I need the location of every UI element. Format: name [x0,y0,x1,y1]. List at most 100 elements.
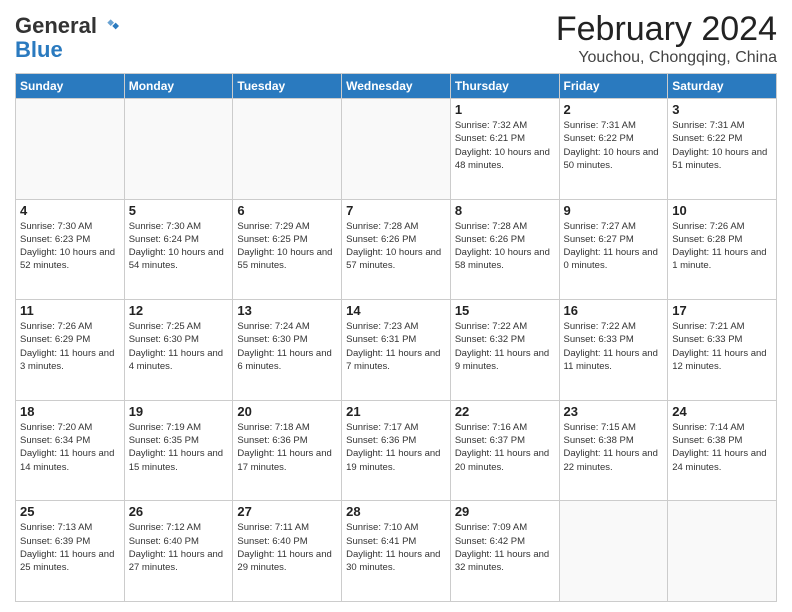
logo-icon [99,16,119,36]
day-number: 22 [455,404,555,419]
day-cell-26: 26 Sunrise: 7:12 AM Sunset: 6:40 PM Dayli… [124,501,233,602]
day-info: Sunrise: 7:27 AM Sunset: 6:27 PM Dayligh… [564,220,664,273]
day-number: 19 [129,404,229,419]
day-cell-12: 12 Sunrise: 7:25 AM Sunset: 6:30 PM Dayli… [124,300,233,401]
day-cell-17: 17 Sunrise: 7:21 AM Sunset: 6:33 PM Dayli… [668,300,777,401]
day-number: 6 [237,203,337,218]
day-number: 11 [20,303,120,318]
day-number: 12 [129,303,229,318]
day-cell-4: 4 Sunrise: 7:30 AM Sunset: 6:23 PM Daylig… [16,199,125,300]
day-number: 17 [672,303,772,318]
day-info: Sunrise: 7:12 AM Sunset: 6:40 PM Dayligh… [129,521,229,574]
day-cell-6: 6 Sunrise: 7:29 AM Sunset: 6:25 PM Daylig… [233,199,342,300]
day-number: 16 [564,303,664,318]
day-number: 25 [20,504,120,519]
day-number: 5 [129,203,229,218]
weekday-header-thursday: Thursday [450,74,559,99]
day-cell-24: 24Sunrise: 7:14 AM Sunset: 6:38 PM Dayli… [668,400,777,501]
day-cell-empty [124,99,233,200]
weekday-header-sunday: Sunday [16,74,125,99]
day-cell-20: 20Sunrise: 7:18 AM Sunset: 6:36 PM Dayli… [233,400,342,501]
day-number: 10 [672,203,772,218]
page: General Blue February 2024 Youchou, Chon… [0,0,792,612]
weekday-header-tuesday: Tuesday [233,74,342,99]
day-number: 27 [237,504,337,519]
day-cell-1: 1Sunrise: 7:32 AM Sunset: 6:21 PM Daylig… [450,99,559,200]
day-info: Sunrise: 7:28 AM Sunset: 6:26 PM Dayligh… [346,220,446,273]
day-cell-empty [668,501,777,602]
calendar-title: February 2024 [556,10,777,49]
day-cell-15: 15 Sunrise: 7:22 AM Sunset: 6:32 PM Dayli… [450,300,559,401]
day-number: 26 [129,504,229,519]
day-number: 8 [455,203,555,218]
day-cell-empty [16,99,125,200]
day-info: Sunrise: 7:10 AM Sunset: 6:41 PM Dayligh… [346,521,446,574]
day-info: Sunrise: 7:30 AM Sunset: 6:24 PM Dayligh… [129,220,229,273]
day-info: Sunrise: 7:28 AM Sunset: 6:26 PM Dayligh… [455,220,555,273]
day-number: 28 [346,504,446,519]
day-cell-27: 27 Sunrise: 7:11 AM Sunset: 6:40 PM Dayli… [233,501,342,602]
day-info: Sunrise: 7:26 AM Sunset: 6:28 PM Dayligh… [672,220,772,273]
day-number: 23 [564,404,664,419]
day-info: Sunrise: 7:26 AM Sunset: 6:29 PM Dayligh… [20,320,120,373]
day-number: 7 [346,203,446,218]
day-cell-19: 19 Sunrise: 7:19 AM Sunset: 6:35 PM Dayli… [124,400,233,501]
day-number: 14 [346,303,446,318]
logo: General Blue [15,14,119,62]
day-info: Sunrise: 7:13 AM Sunset: 6:39 PM Dayligh… [20,521,120,574]
day-cell-11: 11 Sunrise: 7:26 AM Sunset: 6:29 PM Dayli… [16,300,125,401]
day-cell-empty [559,501,668,602]
day-info: Sunrise: 7:31 AM Sunset: 6:22 PM Dayligh… [672,119,772,172]
calendar-table: SundayMondayTuesdayWednesdayThursdayFrid… [15,73,777,602]
day-cell-23: 23Sunrise: 7:15 AM Sunset: 6:38 PM Dayli… [559,400,668,501]
day-cell-28: 28 Sunrise: 7:10 AM Sunset: 6:41 PM Dayli… [342,501,451,602]
day-cell-29: 29Sunrise: 7:09 AM Sunset: 6:42 PM Dayli… [450,501,559,602]
day-info: Sunrise: 7:29 AM Sunset: 6:25 PM Dayligh… [237,220,337,273]
weekday-header-saturday: Saturday [668,74,777,99]
day-info: Sunrise: 7:30 AM Sunset: 6:23 PM Dayligh… [20,220,120,273]
weekday-header-friday: Friday [559,74,668,99]
weekday-header-monday: Monday [124,74,233,99]
day-cell-14: 14Sunrise: 7:23 AM Sunset: 6:31 PM Dayli… [342,300,451,401]
day-cell-22: 22 Sunrise: 7:16 AM Sunset: 6:37 PM Dayli… [450,400,559,501]
day-number: 4 [20,203,120,218]
week-row-3: 11 Sunrise: 7:26 AM Sunset: 6:29 PM Dayli… [16,300,777,401]
day-info: Sunrise: 7:21 AM Sunset: 6:33 PM Dayligh… [672,320,772,373]
day-cell-13: 13 Sunrise: 7:24 AM Sunset: 6:30 PM Dayli… [233,300,342,401]
day-number: 20 [237,404,337,419]
day-number: 29 [455,504,555,519]
day-number: 1 [455,102,555,117]
day-info: Sunrise: 7:22 AM Sunset: 6:32 PM Dayligh… [455,320,555,373]
day-info: Sunrise: 7:19 AM Sunset: 6:35 PM Dayligh… [129,421,229,474]
day-number: 3 [672,102,772,117]
day-info: Sunrise: 7:16 AM Sunset: 6:37 PM Dayligh… [455,421,555,474]
day-number: 9 [564,203,664,218]
day-info: Sunrise: 7:24 AM Sunset: 6:30 PM Dayligh… [237,320,337,373]
day-cell-5: 5 Sunrise: 7:30 AM Sunset: 6:24 PM Daylig… [124,199,233,300]
logo-general-text: General [15,14,97,38]
day-info: Sunrise: 7:20 AM Sunset: 6:34 PM Dayligh… [20,421,120,474]
day-cell-8: 8 Sunrise: 7:28 AM Sunset: 6:26 PM Daylig… [450,199,559,300]
day-info: Sunrise: 7:25 AM Sunset: 6:30 PM Dayligh… [129,320,229,373]
day-cell-3: 3 Sunrise: 7:31 AM Sunset: 6:22 PM Daylig… [668,99,777,200]
logo-blue-text: Blue [15,38,119,62]
day-cell-2: 2Sunrise: 7:31 AM Sunset: 6:22 PM Daylig… [559,99,668,200]
calendar-subtitle: Youchou, Chongqing, China [556,49,777,67]
week-row-2: 4 Sunrise: 7:30 AM Sunset: 6:23 PM Daylig… [16,199,777,300]
week-row-5: 25 Sunrise: 7:13 AM Sunset: 6:39 PM Dayli… [16,501,777,602]
day-number: 21 [346,404,446,419]
week-row-4: 18 Sunrise: 7:20 AM Sunset: 6:34 PM Dayli… [16,400,777,501]
day-number: 13 [237,303,337,318]
day-cell-25: 25 Sunrise: 7:13 AM Sunset: 6:39 PM Dayli… [16,501,125,602]
day-cell-7: 7 Sunrise: 7:28 AM Sunset: 6:26 PM Daylig… [342,199,451,300]
day-number: 18 [20,404,120,419]
day-number: 15 [455,303,555,318]
day-info: Sunrise: 7:11 AM Sunset: 6:40 PM Dayligh… [237,521,337,574]
day-cell-empty [233,99,342,200]
weekday-header-row: SundayMondayTuesdayWednesdayThursdayFrid… [16,74,777,99]
day-number: 24 [672,404,772,419]
weekday-header-wednesday: Wednesday [342,74,451,99]
week-row-1: 1Sunrise: 7:32 AM Sunset: 6:21 PM Daylig… [16,99,777,200]
day-cell-16: 16Sunrise: 7:22 AM Sunset: 6:33 PM Dayli… [559,300,668,401]
day-info: Sunrise: 7:17 AM Sunset: 6:36 PM Dayligh… [346,421,446,474]
